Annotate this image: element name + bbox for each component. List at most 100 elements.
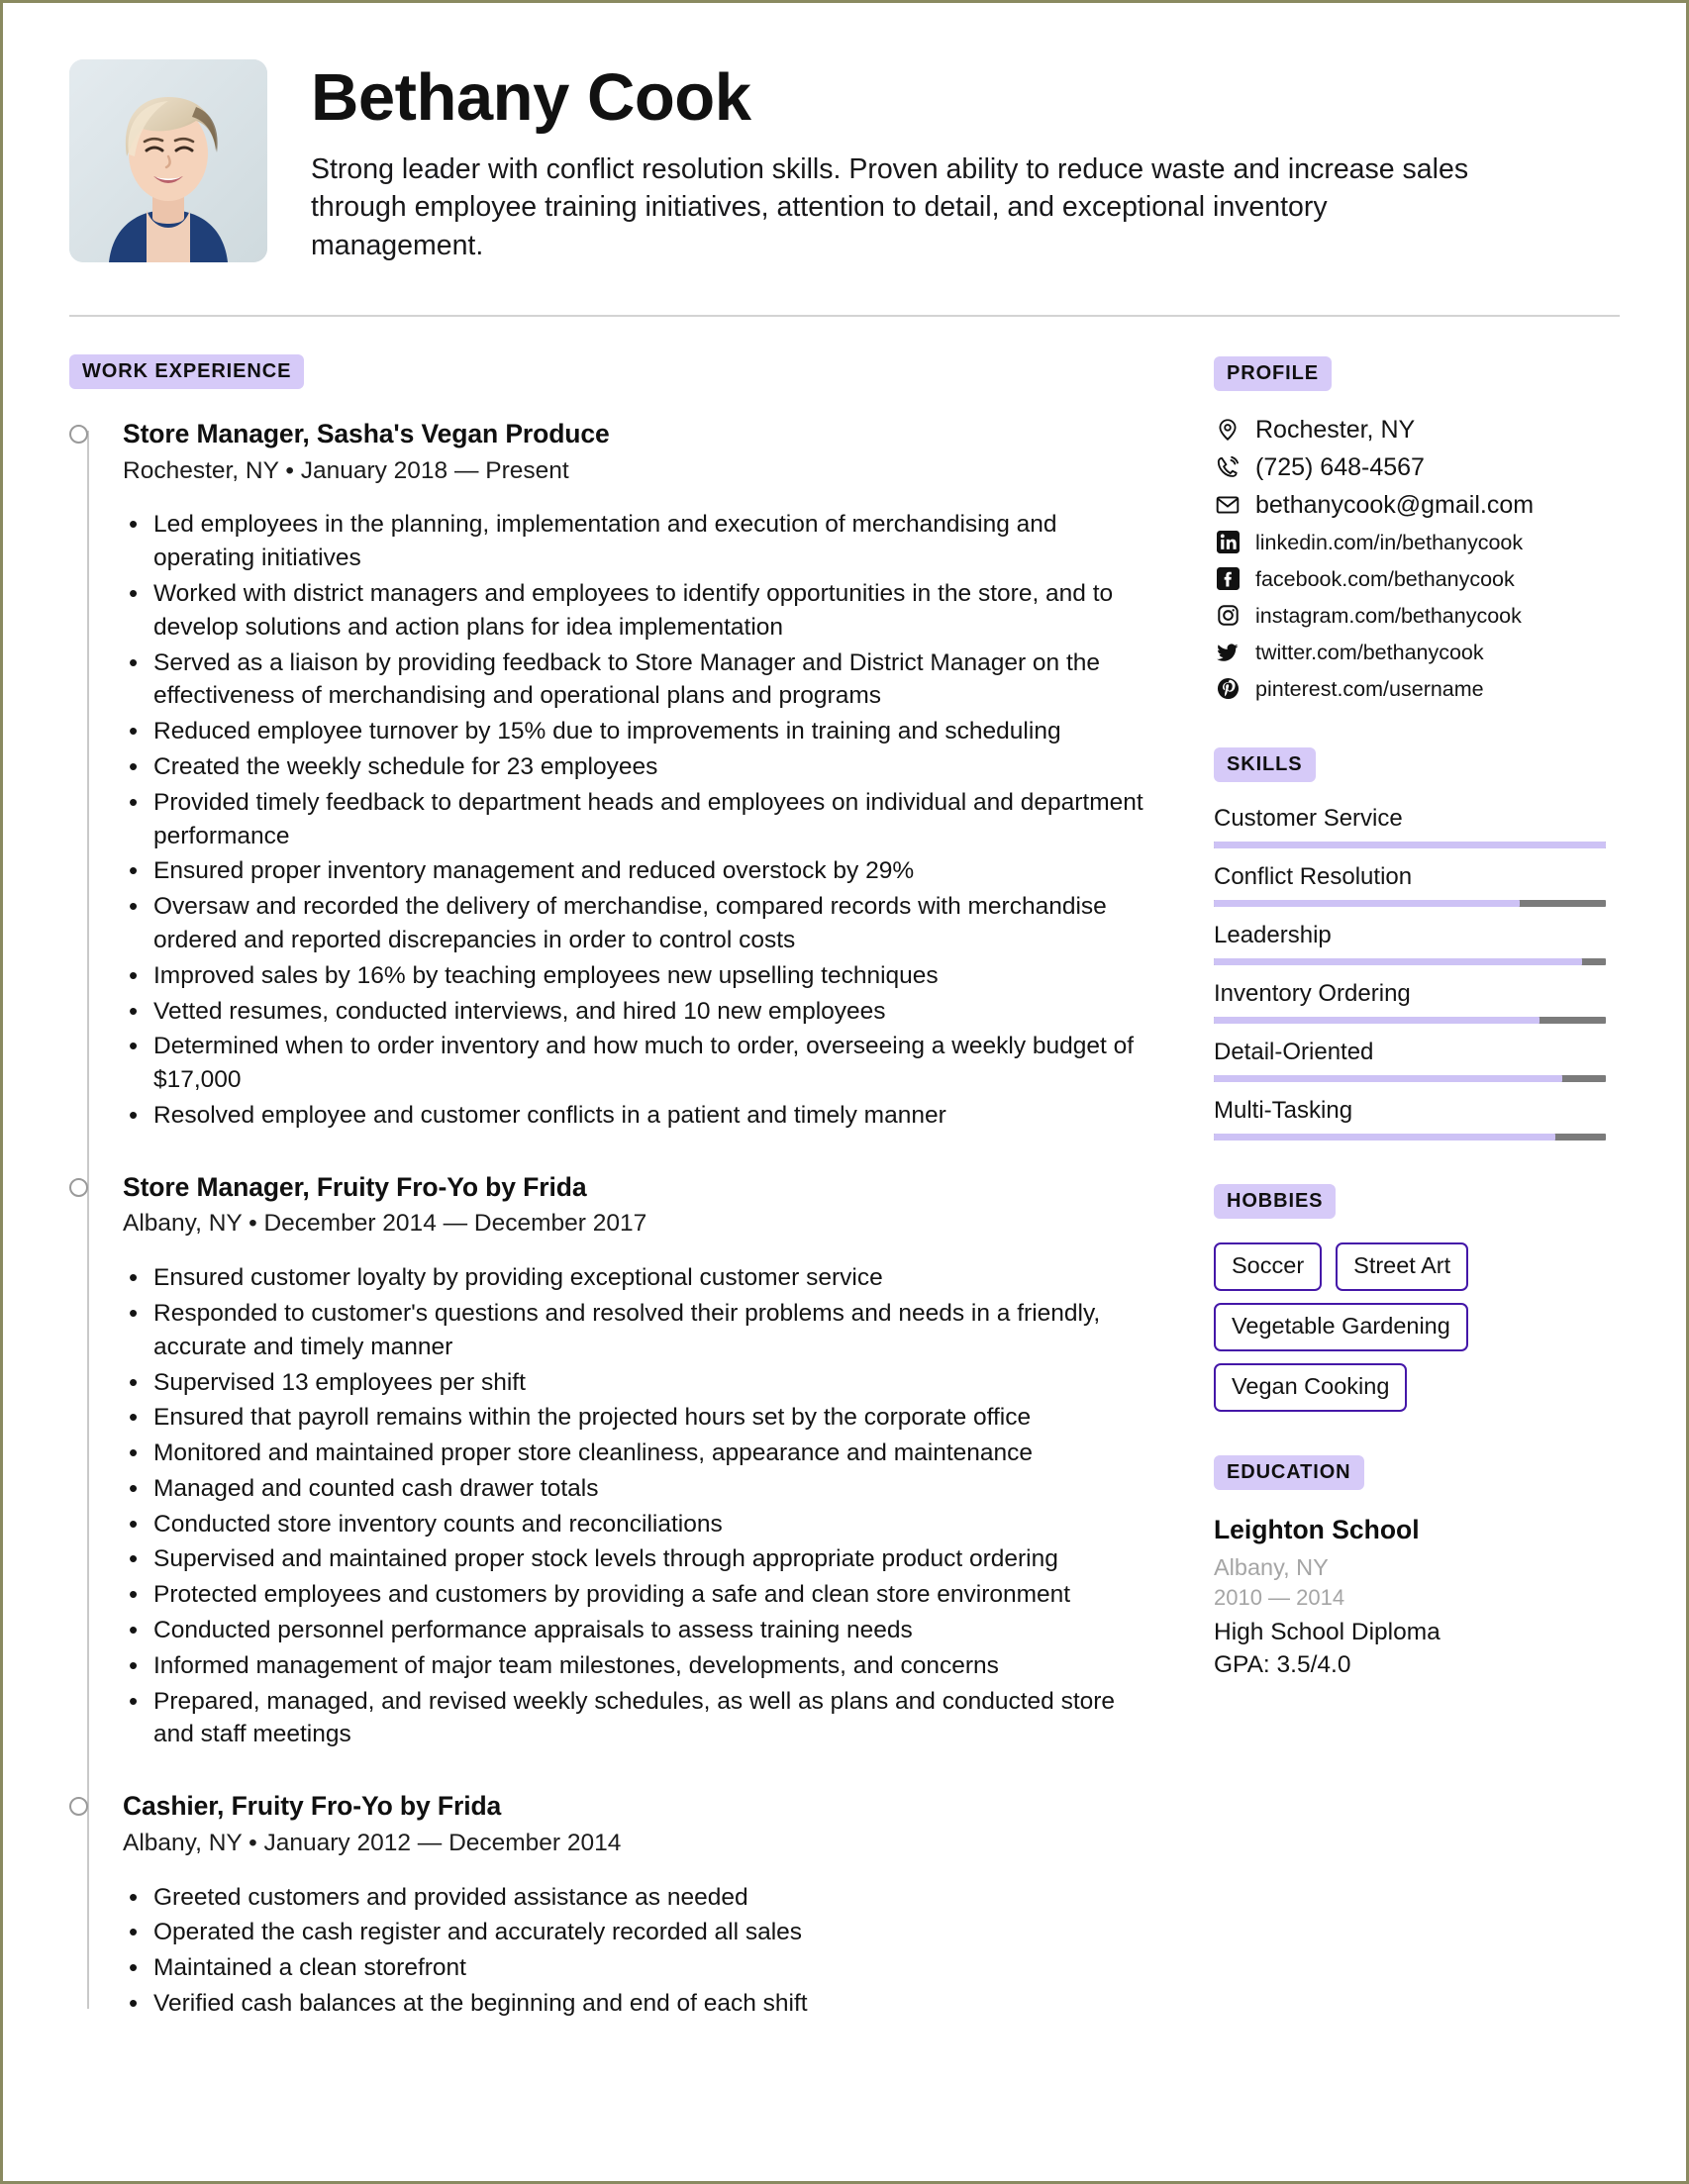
job-bullet: Conducted store inventory counts and rec… [123,1507,1153,1542]
hobby-chip: Soccer [1214,1241,1323,1291]
resume-header: Bethany Cook Strong leader with conflict… [69,59,1620,291]
candidate-name: Bethany Cook [311,60,751,135]
skill-name: Leadership [1214,921,1332,948]
resume-body: WORK EXPERIENCE Store Manager, Sasha's V… [69,353,1620,2023]
timeline-dot-icon [69,1177,88,1197]
skill-item: Leadership [1214,921,1620,965]
skill-item: Inventory Ordering [1214,979,1620,1024]
contact-value: Rochester, NY [1255,415,1416,444]
contact-row[interactable]: (725) 648-4567 [1214,452,1620,482]
contact-row[interactable]: twitter.com/bethanycook [1214,638,1620,667]
job-bullet: Resolved employee and customer conflicts… [123,1098,1153,1134]
skill-name: Conflict Resolution [1214,862,1413,890]
job-bullet: Vetted resumes, conducted interviews, an… [123,994,1153,1030]
section-heading-hobbies: HOBBIES [1214,1183,1337,1219]
contact-row[interactable]: bethanycook@gmail.com [1214,490,1620,520]
hobbies-section: HOBBIES Soccer Street Art Vegetable Garden… [1214,1183,1620,1412]
contact-value: (725) 648-4567 [1255,452,1425,481]
hobby-chip: Vegan Cooking [1214,1362,1408,1412]
job-bullet: Verified cash balances at the beginning … [123,1986,1153,2022]
skill-item: Detail-Oriented [1214,1038,1620,1082]
skill-level-bar [1214,899,1606,907]
skill-item: Multi-Tasking [1214,1096,1620,1141]
contact-row[interactable]: Rochester, NY [1214,415,1620,445]
skill-level-fill [1214,1074,1563,1082]
contact-row[interactable]: facebook.com/bethanycook [1214,564,1620,594]
education-degree: High School Diploma [1214,1619,1441,1646]
skill-level-bar [1214,957,1606,965]
candidate-summary: Strong leader with conflict resolution s… [311,152,1469,262]
job-bullet: Operated the cash register and accuratel… [123,1915,1153,1950]
job-bullet: Responded to customer's questions and re… [123,1296,1153,1364]
education-entry: Leighton School Albany, NY 2010 — 2014 H… [1214,1514,1620,1681]
skill-item: Customer Service [1214,804,1620,848]
skill-level-fill [1214,899,1520,907]
phone-icon [1214,453,1242,481]
job-bullet: Oversaw and recorded the delivery of mer… [123,889,1153,957]
skill-level-fill [1214,1133,1555,1141]
contact-row[interactable]: linkedin.com/in/bethanycook [1214,528,1620,557]
skill-level-bar [1214,841,1606,848]
job-bullet: Provided timely feedback to department h… [123,785,1153,853]
contact-value: bethanycook@gmail.com [1255,490,1535,519]
education-school: Leighton School [1214,1514,1420,1544]
job-bullet: Monitored and maintained proper store cl… [123,1436,1153,1471]
timeline-dot-icon [69,424,88,444]
education-location: Albany, NY [1214,1554,1329,1581]
skill-level-fill [1214,957,1583,965]
envelope-icon [1214,491,1242,519]
job-bullet: Prepared, managed, and revised weekly sc… [123,1684,1153,1752]
section-heading-skills: SKILLS [1214,746,1316,782]
job-bullet: Conducted personnel performance appraisa… [123,1613,1153,1648]
header-divider [69,314,1620,317]
job-bullet: Maintained a clean storefront [123,1950,1153,1986]
contact-row[interactable]: instagram.com/bethanycook [1214,601,1620,631]
contact-row[interactable]: pinterest.com/username [1214,674,1620,704]
work-timeline: Store Manager, Sasha's Vegan Produce Roch… [69,418,1158,2022]
job-bullet: Improved sales by 16% by teaching employ… [123,958,1153,994]
hobby-chip: Vegetable Gardening [1214,1302,1468,1351]
job-location-dates: Rochester, NY • January 2018 — Present [123,456,569,484]
contact-value: instagram.com/bethanycook [1255,603,1522,628]
job-bullet: Greeted customers and provided assistanc… [123,1880,1153,1916]
skill-name: Multi-Tasking [1214,1096,1353,1124]
job-bullet: Led employees in the planning, implement… [123,507,1153,575]
section-heading-work-experience: WORK EXPERIENCE [69,353,305,389]
job-bullet: Worked with district managers and employ… [123,576,1153,645]
education-section: EDUCATION Leighton School Albany, NY 201… [1214,1454,1620,1681]
job-bullet: Supervised and maintained proper stock l… [123,1541,1153,1577]
job-bullet: Ensured proper inventory management and … [123,853,1153,889]
section-heading-education: EDUCATION [1214,1454,1364,1490]
skill-level-bar [1214,1016,1606,1024]
location-pin-icon [1214,416,1242,444]
job-title: Cashier, Fruity Fro-Yo by Frida [123,1791,502,1822]
work-experience-entry: Store Manager, Sasha's Vegan Produce Roch… [69,418,1158,1134]
education-years: 2010 — 2014 [1214,1584,1345,1610]
job-title: Store Manager, Sasha's Vegan Produce [123,418,610,448]
job-bullet: Created the weekly schedule for 23 emplo… [123,749,1153,785]
skill-level-bar [1214,1074,1606,1082]
skill-level-fill [1214,841,1606,848]
job-bullet: Ensured customer loyalty by providing ex… [123,1260,1153,1296]
job-bullet: Supervised 13 employees per shift [123,1365,1153,1401]
main-column: WORK EXPERIENCE Store Manager, Sasha's V… [69,353,1158,2023]
job-location-dates: Albany, NY • December 2014 — December 20… [123,1210,647,1238]
instagram-icon [1214,602,1242,630]
job-bullet-list: Ensured customer loyalty by providing ex… [123,1260,1158,1752]
skill-name: Detail-Oriented [1214,1038,1374,1065]
contact-value: facebook.com/bethanycook [1255,566,1515,591]
job-bullet-list: Greeted customers and provided assistanc… [123,1880,1158,2022]
timeline-dot-icon [69,1797,88,1817]
skill-name: Inventory Ordering [1214,979,1411,1007]
profile-photo [69,59,267,262]
job-bullet: Informed management of major team milest… [123,1648,1153,1684]
job-bullet: Reduced employee turnover by 15% due to … [123,714,1153,749]
job-title: Store Manager, Fruity Fro-Yo by Frida [123,1171,587,1202]
skill-level-fill [1214,1016,1540,1024]
skill-item: Conflict Resolution [1214,862,1620,907]
hobby-chip-list: Soccer Street Art Vegetable Gardening Vegan… [1214,1241,1610,1412]
contact-value: pinterest.com/username [1255,676,1484,701]
facebook-icon [1214,565,1242,593]
job-bullet: Ensured that payroll remains within the … [123,1400,1153,1436]
linkedin-icon [1214,529,1242,556]
